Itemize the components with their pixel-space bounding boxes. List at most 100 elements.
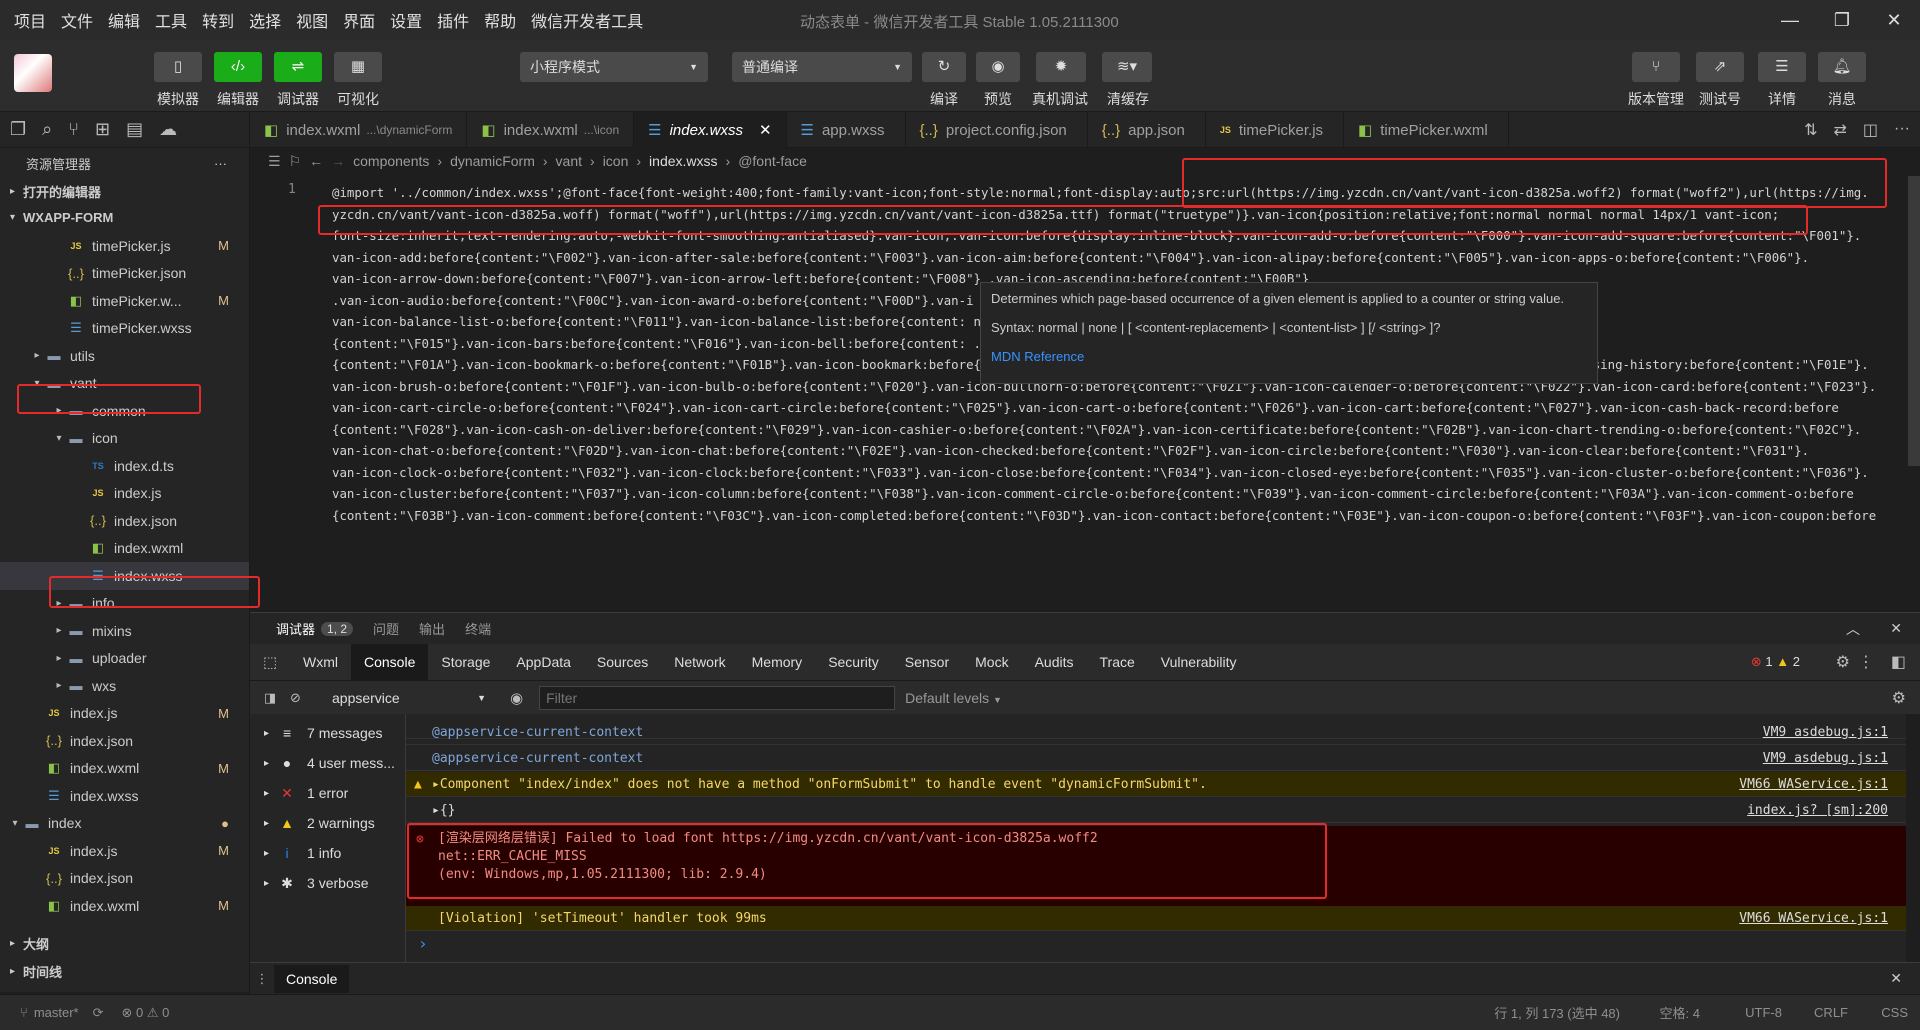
more-icon[interactable]: ···: [214, 156, 227, 171]
close-drawer-icon[interactable]: ✕: [1890, 970, 1902, 987]
devtools-tab-appdata[interactable]: AppData: [503, 644, 583, 680]
devtools-tab-sources[interactable]: Sources: [584, 644, 661, 680]
compile-select[interactable]: 普通编译 ▼: [732, 52, 912, 82]
devtools-tab-mock[interactable]: Mock: [962, 644, 1021, 680]
console-filter-group[interactable]: ▸ ● 4 user mess...: [250, 748, 405, 778]
breadcrumb-item[interactable]: vant: [556, 153, 582, 169]
close-panel-icon[interactable]: ✕: [1890, 620, 1902, 637]
editor-tab[interactable]: ◧ index.wxml ...\icon: [467, 112, 635, 148]
drawer-tab-console[interactable]: Console: [274, 964, 350, 993]
breadcrumb-item[interactable]: components: [353, 153, 429, 169]
simulator-button[interactable]: ▯: [154, 52, 202, 82]
breadcrumb-item[interactable]: dynamicForm: [450, 153, 535, 169]
problems-indicator[interactable]: ⊗ 0 ⚠ 0: [122, 1005, 170, 1021]
menu-item[interactable]: 转到: [202, 8, 234, 32]
file-tree-item[interactable]: ▸ ▬ common: [0, 397, 249, 425]
tab-terminal[interactable]: 终端: [465, 619, 491, 638]
devtools-tab-memory[interactable]: Memory: [739, 644, 816, 680]
file-tree-item[interactable]: JS index.js M: [0, 700, 249, 728]
project-section[interactable]: ▾ WXAPP-FORM: [0, 204, 249, 230]
file-tree-item[interactable]: ▾ ▬ vant: [0, 370, 249, 398]
language-mode[interactable]: CSS: [1881, 1005, 1908, 1020]
indentation[interactable]: 空格: 4: [1660, 1003, 1700, 1022]
file-tree-item[interactable]: ☰ timePicker.wxss: [0, 315, 249, 343]
list-icon[interactable]: ☰: [268, 153, 281, 170]
bookmark-icon[interactable]: ⚐: [289, 153, 302, 170]
files-icon[interactable]: ❐: [10, 119, 26, 140]
menu-item[interactable]: 选择: [249, 8, 281, 32]
messages-button[interactable]: 🔔︎: [1818, 52, 1866, 82]
violation-source-link[interactable]: VM66 WAService.js:1: [1739, 906, 1888, 931]
devtools-tab-network[interactable]: Network: [661, 644, 738, 680]
compile-button[interactable]: ↻: [922, 52, 966, 82]
tab-debugger[interactable]: 调试器: [276, 619, 315, 638]
file-tree-item[interactable]: ◧ timePicker.w... M: [0, 287, 249, 315]
devtools-tab-trace[interactable]: Trace: [1087, 644, 1148, 680]
open-editors-section[interactable]: ▸ 打开的编辑器: [0, 178, 249, 204]
editor-tab[interactable]: JS timePicker.js: [1206, 112, 1345, 148]
file-tree-item[interactable]: ◧ index.wxml: [0, 535, 249, 563]
tab-problems[interactable]: 问题: [373, 619, 399, 638]
extensions-icon[interactable]: ⊞: [95, 119, 110, 140]
editor-tab[interactable]: ☰ app.wxss: [787, 112, 906, 148]
version-button[interactable]: ⑂: [1632, 52, 1680, 82]
clear-cache-button[interactable]: ≋▾: [1102, 52, 1152, 82]
editor-tab[interactable]: {..} project.config.json: [906, 112, 1088, 148]
forward-icon[interactable]: →: [331, 153, 345, 169]
file-tree-item[interactable]: ▾ ▬ index ●: [0, 810, 249, 838]
back-icon[interactable]: ←: [309, 153, 323, 169]
console-source-link[interactable]: VM66 WAService.js:1: [1739, 772, 1888, 797]
console-filter-group[interactable]: ▸ i 1 info: [250, 838, 405, 868]
devtools-tab-wxml[interactable]: Wxml: [290, 644, 351, 680]
outline-section[interactable]: ▸ 大纲: [0, 930, 249, 956]
console-filter-group[interactable]: ▸ ✱ 3 verbose: [250, 868, 405, 898]
log-levels-select[interactable]: Default levels ▼: [905, 690, 1002, 706]
console-source-link[interactable]: index.js? [sm]:200: [1747, 798, 1888, 823]
breadcrumb-item[interactable]: index.wxss: [649, 153, 717, 169]
search-icon[interactable]: ⌕: [42, 119, 52, 140]
swap-icon[interactable]: ⇄: [1833, 120, 1846, 140]
menu-item[interactable]: 项目: [14, 8, 46, 32]
file-tree-item[interactable]: ▸ ▬ uploader: [0, 645, 249, 673]
split-editor-icon[interactable]: ◫: [1863, 120, 1878, 140]
file-tree-item[interactable]: ◧ index.wxml M: [0, 755, 249, 783]
details-button[interactable]: ☰: [1758, 52, 1806, 82]
file-tree-item[interactable]: {..} index.json: [0, 727, 249, 755]
devtools-tab-security[interactable]: Security: [815, 644, 892, 680]
devtools-tab-storage[interactable]: Storage: [428, 644, 503, 680]
file-tree-item[interactable]: {..} timePicker.json: [0, 260, 249, 288]
device-debug-button[interactable]: ✹: [1036, 52, 1086, 82]
sidebar-toggle-icon[interactable]: ◨: [250, 690, 290, 706]
devtools-tab-sensor[interactable]: Sensor: [892, 644, 962, 680]
eye-icon[interactable]: ◉: [510, 689, 523, 707]
mode-select[interactable]: 小程序模式 ▼: [520, 52, 708, 82]
filter-input[interactable]: [539, 685, 896, 710]
code-editor[interactable]: 1 @import '../common/index.wxss';@font-f…: [250, 176, 1910, 606]
editor-tab[interactable]: ☰ index.wxss ✕: [634, 112, 787, 148]
file-tree-item[interactable]: TS index.d.ts: [0, 452, 249, 480]
branch-name[interactable]: master*: [34, 1005, 79, 1020]
cursor-position[interactable]: 行 1, 列 173 (选中 48): [1494, 1003, 1620, 1022]
settings-icon[interactable]: ⚙: [1836, 652, 1850, 672]
menu-item[interactable]: 界面: [343, 8, 375, 32]
drawer-menu-icon[interactable]: ⋮: [250, 971, 274, 987]
menu-item[interactable]: 帮助: [484, 8, 516, 32]
kebab-icon[interactable]: ⋮: [1858, 652, 1874, 672]
file-tree-item[interactable]: ▸ ▬ utils: [0, 342, 249, 370]
console-source-link[interactable]: VM9 asdebug.js:1: [1763, 746, 1888, 771]
menu-item[interactable]: 工具: [155, 8, 187, 32]
compare-icon[interactable]: ⇅: [1804, 120, 1817, 140]
context-select[interactable]: appservice ▼: [322, 686, 492, 710]
source-control-icon[interactable]: ⑂: [68, 119, 79, 140]
editor-button[interactable]: ‹/›: [214, 52, 262, 82]
tab-output[interactable]: 输出: [419, 619, 445, 638]
close-tab-icon[interactable]: ✕: [759, 121, 772, 139]
avatar[interactable]: [14, 54, 52, 92]
editor-tab[interactable]: ◧ index.wxml ...\dynamicForm: [250, 112, 468, 148]
editor-tab[interactable]: {..} app.json: [1088, 112, 1206, 148]
file-tree-item[interactable]: ▸ ▬ info: [0, 590, 249, 618]
console-filter-group[interactable]: ▸ ▲ 2 warnings: [250, 808, 405, 838]
console-filter-group[interactable]: ▸ ✕ 1 error: [250, 778, 405, 808]
file-tree-item[interactable]: {..} index.json: [0, 507, 249, 535]
menu-item[interactable]: 视图: [296, 8, 328, 32]
